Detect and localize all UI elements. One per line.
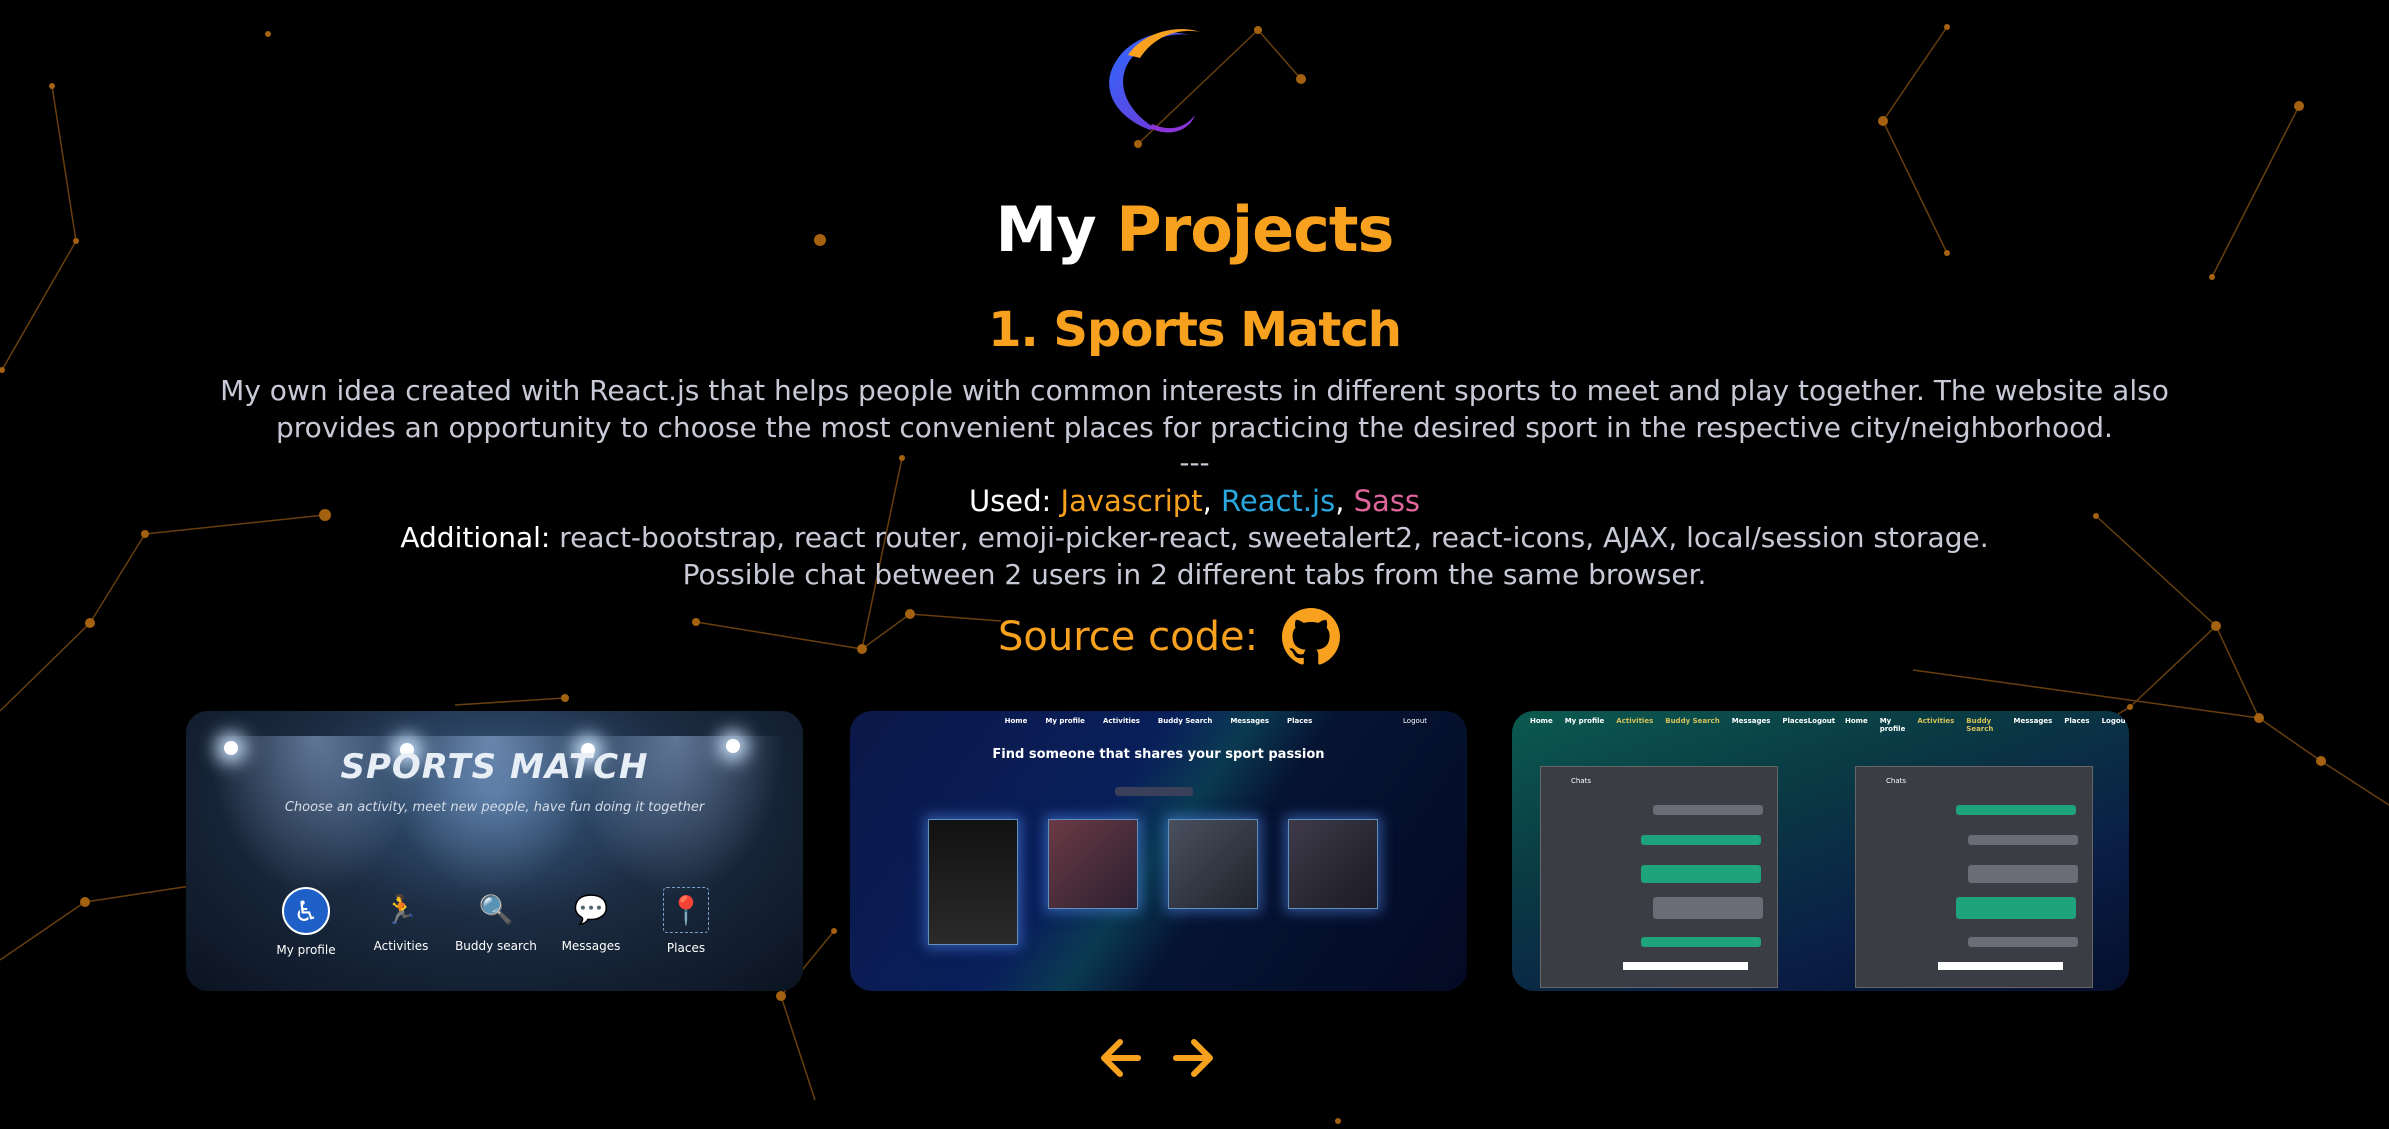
profile-card (1288, 819, 1378, 909)
comma: , (1335, 484, 1345, 518)
accessibility-icon: ♿ (282, 887, 330, 935)
menu-item-buddy-search: 🔍 Buddy search (451, 887, 541, 957)
carousel-prev-arrow-icon[interactable] (1096, 1028, 1146, 1088)
profile-card (1048, 819, 1138, 909)
carousel-slide-chat[interactable]: Home My profile Activities Buddy Search … (1512, 711, 2129, 991)
additional-value: react-bootstrap, react router, emoji-pic… (559, 521, 1989, 554)
slide-nav-left: Home My profile Activities Buddy Search … (1530, 717, 1835, 725)
menu-item-label: Buddy search (455, 939, 537, 953)
project-heading: 1. Sports Match (988, 302, 1402, 358)
tech-sass: Sass (1353, 484, 1421, 518)
separator: --- (1179, 446, 1210, 479)
chat-bubbles-icon: 💬 (573, 892, 609, 926)
map-pin-icon: 📍 (663, 887, 709, 933)
chat-bubble (1968, 865, 2078, 883)
profile-card (928, 819, 1018, 945)
comma: , (1202, 484, 1212, 518)
used-tech-line: Used: Javascript, React.js, Sass (0, 484, 2389, 518)
slide-nav-item: Logout (2101, 717, 2129, 725)
menu-item-my-profile: ♿ My profile (261, 887, 351, 957)
slide-heading: Find someone that shares your sport pass… (992, 747, 1325, 762)
additional-tech-line: Additional: react-bootstrap, react route… (0, 521, 2389, 554)
used-label: Used: (968, 484, 1052, 518)
menu-item-activities: 🏃 Activities (356, 887, 446, 957)
slide-nav-item: My profile (1045, 717, 1085, 725)
slide-nav-item: Places (2064, 717, 2090, 725)
slide-app-title: SPORTS MATCH (340, 747, 649, 787)
slide-nav-item: Home (1530, 717, 1553, 725)
slide-nav-item: My profile (1564, 717, 1605, 725)
chat-bubble (1968, 937, 2078, 947)
tech-javascript: Javascript (1060, 484, 1203, 518)
chat-bubble (1653, 897, 1763, 919)
carousel-next-arrow-icon[interactable] (1168, 1028, 1218, 1088)
slide-app-menu: ♿ My profile 🏃 Activities 🔍 Buddy search… (261, 887, 731, 957)
slide-nav-item: Home (1845, 717, 1868, 725)
chat-bubble (1641, 865, 1761, 883)
project-description: My own idea created with React.js that h… (220, 374, 2169, 444)
slide-nav-item: Activities (1917, 717, 1955, 725)
chat-window: Chats (1855, 766, 2093, 988)
slide-nav-item: Buddy Search (1966, 717, 1994, 733)
slide-app-tagline: Choose an activity, meet new people, hav… (284, 800, 705, 815)
chat-title: Chats (1886, 777, 1907, 785)
chat-window: Chats (1540, 766, 1778, 988)
chat-input (1938, 962, 2063, 970)
additional-label: Additional: (400, 521, 551, 554)
menu-item-label: Places (666, 941, 706, 955)
profile-card (1168, 819, 1258, 909)
slide-nav-item: Places (1287, 717, 1313, 725)
slide-nav-item: Messages (1230, 717, 1270, 725)
chat-input (1623, 962, 1748, 970)
carousel-slide-home[interactable]: SPORTS MATCH Choose an activity, meet ne… (186, 711, 803, 991)
carousel-slide-buddy-search[interactable]: Home My profile Activities Buddy Search … (850, 711, 1467, 991)
slide-nav-item: Buddy Search (1665, 717, 1720, 725)
menu-item-messages: 💬 Messages (546, 887, 636, 957)
slide-nav-right: Home My profile Activities Buddy Search … (1845, 717, 2129, 733)
slide-logout: Logout (1403, 717, 1427, 725)
source-code-row: Source code: (998, 607, 1341, 667)
page-title: My Projects (0, 193, 2389, 266)
chat-bubble (1641, 937, 1761, 947)
slide-nav-item: Activities (1102, 717, 1140, 725)
menu-item-places: 📍 Places (641, 887, 731, 957)
magnifier-people-icon: 🔍 (478, 892, 514, 926)
chat-note: Possible chat between 2 users in 2 diffe… (682, 558, 1707, 591)
chat-bubble (1968, 835, 2078, 845)
github-icon[interactable] (1282, 608, 1341, 666)
chat-bubble (1641, 835, 1761, 845)
slide-nav-item: Activities (1616, 717, 1654, 725)
chat-title: Chats (1571, 777, 1592, 785)
slide-nav-item: Messages (1731, 717, 1771, 725)
slide-nav-item: PlacesLogout (1782, 717, 1836, 725)
slide-nav-item: Home (1004, 717, 1028, 725)
page-title-white: My (995, 193, 1097, 266)
slide-button (1115, 787, 1193, 796)
slide-nav-item: My profile (1879, 717, 1906, 733)
tech-react: React.js (1221, 484, 1336, 518)
slide-nav: Home My profile Activities Buddy Search … (850, 717, 1467, 725)
slide-nav-item: Buddy Search (1157, 717, 1213, 725)
chat-bubble (1653, 805, 1763, 815)
menu-item-label: Messages (561, 939, 621, 953)
site-logo[interactable] (1090, 20, 1205, 145)
chat-bubble (1956, 805, 2076, 815)
runner-icon: 🏃 (383, 892, 419, 926)
page-title-orange: Projects (1116, 193, 1394, 266)
source-code-label: Source code: (998, 614, 1259, 660)
menu-item-label: My profile (276, 943, 336, 957)
chat-bubble (1956, 897, 2076, 919)
slide-nav-item: Messages (2013, 717, 2053, 725)
menu-item-label: Activities (373, 939, 429, 953)
